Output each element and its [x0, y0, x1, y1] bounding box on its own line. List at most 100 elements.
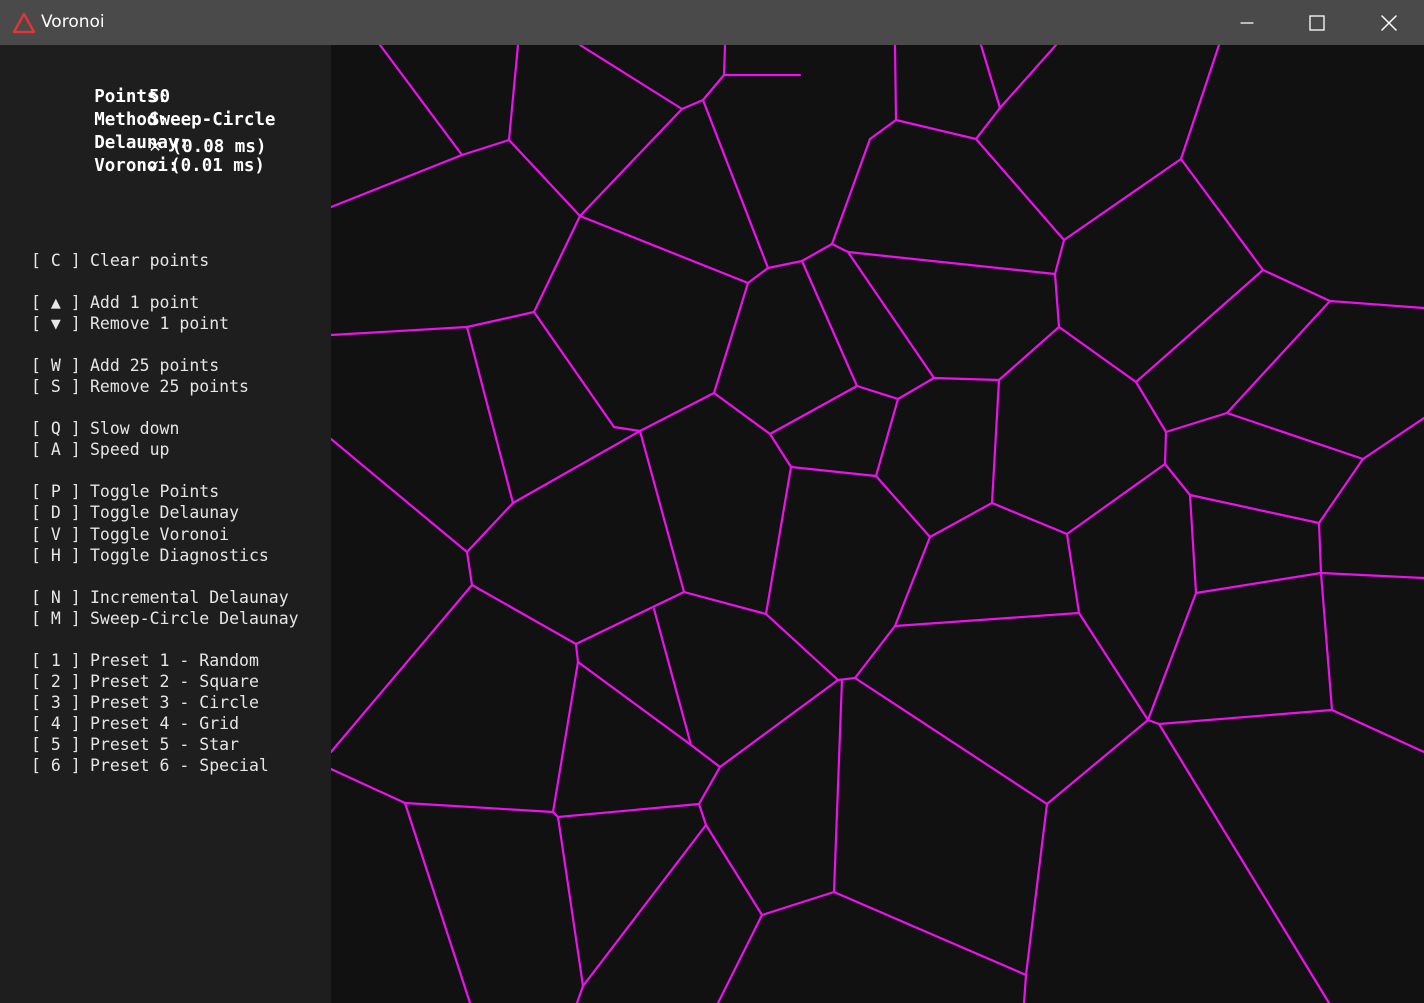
voronoi-edge: [581, 823, 708, 988]
voronoi-edge: [331, 437, 469, 554]
voronoi-edge: [576, 660, 693, 747]
control-toggle-diagnostics: [ H ] Toggle Diagnostics: [31, 546, 269, 565]
voronoi-edge: [1164, 411, 1229, 434]
control-action: Incremental Delaunay: [90, 588, 289, 607]
voronoi-edge: [830, 137, 872, 246]
voronoi-edge: [846, 250, 936, 380]
voronoi-diagram[interactable]: [331, 45, 1424, 1003]
control-key: [ A ]: [31, 440, 81, 459]
control-key: [ M ]: [31, 609, 81, 628]
control-toggle-voronoi: [ V ] Toggle Voronoi: [31, 525, 229, 544]
control-add-1-point: [ ▲ ] Add 1 point: [31, 293, 199, 312]
voronoi-edge: [874, 474, 932, 539]
control-key: [ N ]: [31, 588, 81, 607]
voronoi-edge: [1062, 157, 1183, 242]
voronoi-edge: [768, 384, 859, 436]
voronoi-edge: [1261, 268, 1332, 303]
voronoi-edge: [1057, 325, 1138, 384]
close-button[interactable]: [1354, 0, 1424, 45]
voronoi-edge: [1179, 157, 1265, 272]
control-add-25-points: [ W ] Add 25 points: [31, 356, 219, 375]
voronoi-edge: [331, 583, 474, 754]
control-preset-6: [ 6 ] Preset 6 - Special: [31, 756, 269, 775]
control-key: [ P ]: [31, 482, 81, 501]
control-remove-25-points: [ S ] Remove 25 points: [31, 377, 249, 396]
control-action: Toggle Points: [90, 482, 220, 501]
voronoi-edge: [638, 391, 716, 433]
control-action: Add 25 points: [90, 356, 220, 375]
voronoi-edge: [893, 611, 1081, 628]
voronoi-edge: [507, 45, 520, 142]
voronoi-edge: [551, 660, 580, 814]
voronoi-edge: [868, 118, 898, 141]
voronoi-edge: [1317, 521, 1323, 575]
voronoi-edge: [974, 106, 1002, 141]
control-incremental-delaunay: [ N ] Incremental Delaunay: [31, 588, 289, 607]
minimize-button[interactable]: [1212, 0, 1282, 45]
voronoi-stat: Voronoi: ✓ (0.01 ms): [31, 136, 265, 196]
voronoi-edge: [532, 214, 582, 314]
delaunay-time: (0.08 ms): [171, 137, 267, 157]
voronoi-edge: [800, 242, 834, 263]
voronoi-edge: [331, 767, 407, 805]
voronoi-edge: [556, 815, 585, 988]
control-key: [ V ]: [31, 525, 81, 544]
control-slow-down: [ Q ] Slow down: [31, 419, 179, 438]
voronoi-edge: [704, 823, 764, 917]
control-key: [ D ]: [31, 503, 81, 522]
voronoi-edge: [652, 607, 693, 747]
voronoi-edge: [682, 590, 768, 616]
control-action: Preset 1 - Random: [90, 651, 259, 670]
voronoi-canvas[interactable]: [331, 45, 1424, 1003]
voronoi-edge: [465, 310, 536, 329]
control-action: Preset 4 - Grid: [90, 714, 240, 733]
voronoi-edge: [612, 425, 642, 433]
voronoi-edge: [701, 98, 770, 270]
voronoi-edge: [853, 676, 1049, 806]
control-key: [ 4 ]: [31, 714, 81, 733]
red-triangle-icon: [12, 12, 36, 34]
voronoi-status-icon: ✓: [149, 156, 160, 176]
voronoi-edge: [1225, 411, 1365, 461]
voronoi-edge: [1179, 45, 1221, 161]
voronoi-edge: [893, 45, 898, 122]
voronoi-time: (0.01 ms): [170, 156, 265, 176]
voronoi-edge: [1328, 299, 1424, 310]
voronoi-edge: [331, 153, 464, 209]
voronoi-edge: [1053, 238, 1066, 276]
voronoi-edge: [766, 259, 804, 270]
voronoi-edge: [1065, 462, 1167, 536]
voronoi-edge: [712, 391, 772, 436]
control-remove-1-point: [ ▼ ] Remove 1 point: [31, 314, 229, 333]
voronoi-edge: [893, 535, 932, 628]
control-action: Clear points: [90, 251, 210, 270]
voronoi-edge: [1319, 571, 1424, 580]
control-key: [ ▼ ]: [31, 314, 81, 333]
control-action: Toggle Delaunay: [90, 503, 240, 522]
voronoi-edge: [832, 678, 844, 894]
sidebar-panel: Points: 50 Method: Sweep-Circle Delaunay: ✕…: [0, 45, 331, 1003]
control-action: Toggle Diagnostics: [90, 546, 269, 565]
voronoi-edge: [470, 583, 578, 646]
voronoi-edge: [830, 242, 850, 254]
voronoi-edge: [1361, 416, 1424, 461]
voronoi-edge: [1146, 591, 1198, 722]
maximize-button[interactable]: [1282, 0, 1352, 45]
voronoi-edge: [1188, 493, 1198, 595]
voronoi-edge: [1157, 708, 1334, 726]
voronoi-edge: [1225, 299, 1332, 415]
voronoi-edge: [697, 765, 722, 806]
control-key: [ W ]: [31, 356, 81, 375]
voronoi-edge: [1053, 272, 1061, 329]
control-clear-points: [ C ] Clear points: [31, 251, 209, 270]
voronoi-edge: [689, 743, 722, 769]
voronoi-edge: [1163, 430, 1168, 466]
voronoi-edge: [1065, 532, 1081, 615]
control-action: Toggle Voronoi: [90, 525, 230, 544]
control-key: [ 6 ]: [31, 756, 81, 775]
voronoi-edge: [832, 890, 1028, 977]
voronoi-edge: [789, 465, 878, 478]
voronoi-edge: [701, 73, 726, 102]
voronoi-edge: [1024, 802, 1049, 977]
control-preset-1: [ 1 ] Preset 1 - Random: [31, 651, 259, 670]
